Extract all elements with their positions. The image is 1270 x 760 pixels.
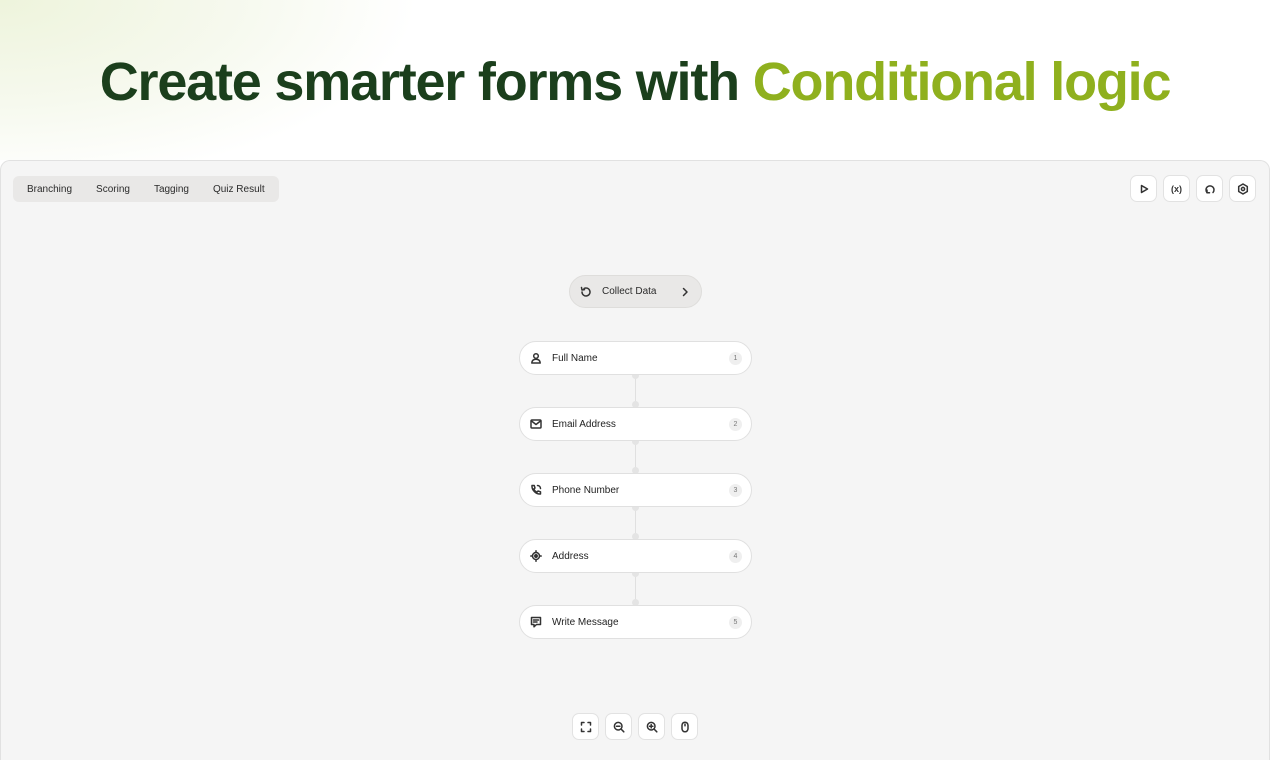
field-number-badge: 3 <box>729 483 742 497</box>
field-number-badge: 5 <box>729 615 742 629</box>
tab-tagging[interactable]: Tagging <box>142 176 201 202</box>
user-icon <box>531 352 541 364</box>
field-number-badge: 2 <box>729 417 742 431</box>
flow-canvas[interactable]: Branching Scoring Tagging Quiz Result (x… <box>0 160 1270 760</box>
play-icon <box>1140 184 1148 193</box>
tab-quiz-result[interactable]: Quiz Result <box>201 176 277 202</box>
settings-button[interactable] <box>1229 175 1256 202</box>
location-icon <box>530 550 542 562</box>
field-number-badge: 1 <box>729 351 742 365</box>
field-node-address[interactable]: Address 4 <box>519 539 752 573</box>
page-title: Create smarter forms with Conditional lo… <box>0 50 1270 114</box>
tab-branching[interactable]: Branching <box>15 176 84 202</box>
undo-icon <box>1204 184 1215 194</box>
canvas-toolbar: (x) <box>1130 175 1256 202</box>
title-accent: Conditional logic <box>752 52 1172 112</box>
mouse-icon <box>680 720 689 733</box>
pan-mode-button[interactable] <box>671 713 698 740</box>
message-icon <box>530 616 542 628</box>
undo-button[interactable] <box>1196 175 1223 202</box>
fit-view-icon <box>580 721 591 732</box>
zoom-controls <box>572 713 698 740</box>
chevron-right-icon <box>682 287 688 296</box>
hero-banner: Create smarter forms with Conditional lo… <box>0 0 1270 160</box>
field-label: Phone Number <box>552 484 620 496</box>
refresh-icon <box>580 286 591 297</box>
fit-view-button[interactable] <box>572 713 599 740</box>
collect-data-node[interactable]: Collect Data <box>569 275 702 308</box>
field-node-full-name[interactable]: Full Name 1 <box>519 341 752 375</box>
zoom-in-icon <box>646 721 658 733</box>
field-node-phone-number[interactable]: Phone Number 3 <box>519 473 752 507</box>
collect-data-label: Collect Data <box>602 286 657 297</box>
zoom-out-button[interactable] <box>605 713 632 740</box>
field-node-email-address[interactable]: Email Address 2 <box>519 407 752 441</box>
field-label: Full Name <box>552 352 598 364</box>
tab-scoring[interactable]: Scoring <box>84 176 142 202</box>
variables-button[interactable]: (x) <box>1163 175 1190 202</box>
variables-icon: (x) <box>1171 183 1182 194</box>
field-label: Write Message <box>552 616 619 628</box>
logic-tabs: Branching Scoring Tagging Quiz Result <box>13 176 279 202</box>
field-node-write-message[interactable]: Write Message 5 <box>519 605 752 639</box>
mail-icon <box>530 419 542 429</box>
field-label: Address <box>552 550 589 562</box>
phone-icon <box>531 484 542 495</box>
field-label: Email Address <box>552 418 616 430</box>
zoom-in-button[interactable] <box>638 713 665 740</box>
settings-icon <box>1237 182 1248 195</box>
zoom-out-icon <box>613 721 625 733</box>
play-button[interactable] <box>1130 175 1157 202</box>
field-number-badge: 4 <box>729 549 742 563</box>
title-main: Create smarter forms with <box>99 52 753 112</box>
